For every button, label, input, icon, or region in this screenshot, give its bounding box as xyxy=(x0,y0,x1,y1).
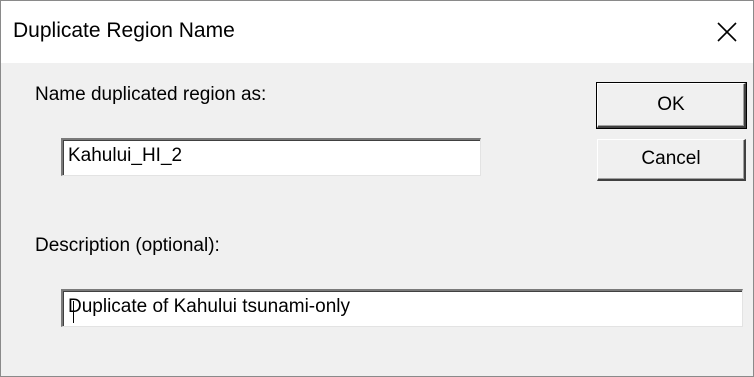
description-input[interactable]: Duplicate of Kahului tsunami-only xyxy=(61,289,743,327)
title-bar: Duplicate Region Name xyxy=(1,1,753,63)
close-button[interactable] xyxy=(707,13,747,51)
ok-button[interactable]: OK xyxy=(596,82,747,129)
dialog-title: Duplicate Region Name xyxy=(13,19,235,42)
close-icon xyxy=(717,22,737,42)
description-label: Description (optional): xyxy=(35,235,220,256)
description-text: Duplicate of Kahului tsunami-only xyxy=(68,296,350,323)
text-caret xyxy=(73,301,74,323)
dialog-body: Name duplicated region as: Kahului_HI_2 … xyxy=(1,63,753,376)
dialog-window: Duplicate Region Name Name duplicated re… xyxy=(0,0,754,377)
cancel-button[interactable]: Cancel xyxy=(597,139,746,181)
name-label: Name duplicated region as: xyxy=(35,84,267,105)
description-value: Duplicate of Kahului tsunami-only xyxy=(68,296,350,317)
region-name-input[interactable]: Kahului_HI_2 xyxy=(61,138,481,176)
region-name-value: Kahului_HI_2 xyxy=(68,145,183,166)
